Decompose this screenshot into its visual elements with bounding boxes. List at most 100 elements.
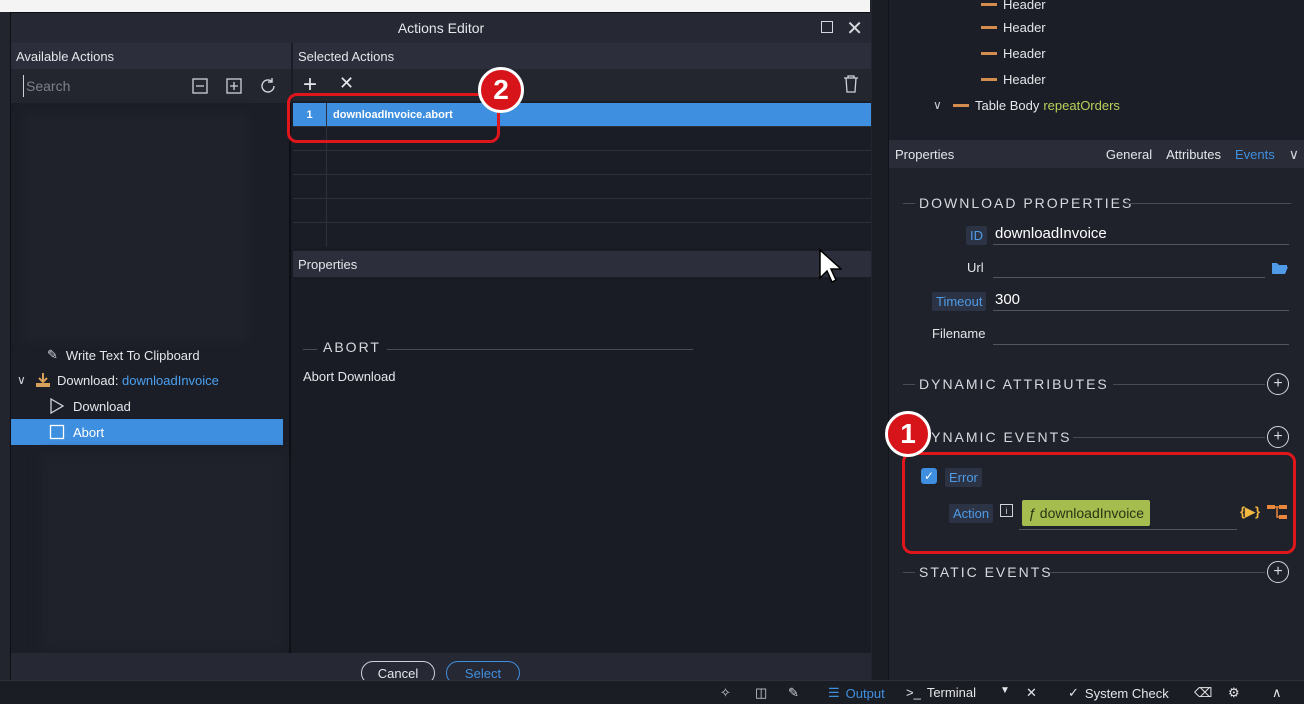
divider	[303, 349, 317, 350]
id-value[interactable]: downloadInvoice	[995, 225, 1107, 242]
divider	[903, 572, 915, 573]
blurred-action-list	[23, 113, 249, 343]
list-item-abort[interactable]: Abort	[11, 419, 283, 445]
available-actions-header: Available Actions	[11, 43, 291, 69]
section-static-events: STATIC EVENTS	[919, 564, 1053, 580]
step-badge-1: 1	[885, 411, 931, 457]
chevron-down-icon[interactable]: ∨	[933, 98, 953, 112]
check-icon: ✓	[1068, 685, 1079, 700]
tree-item-header[interactable]: Header	[981, 66, 1046, 92]
highlight-dynamic-events	[902, 452, 1296, 554]
section-dynamic-events: DYNAMIC EVENTS	[919, 429, 1072, 445]
collapse-all-icon[interactable]	[191, 77, 209, 95]
table-row-empty	[293, 175, 871, 199]
element-icon	[981, 2, 997, 6]
table-row-empty	[293, 223, 871, 247]
filename-label: Filename	[932, 326, 986, 341]
refresh-icon[interactable]	[259, 77, 277, 95]
add-static-event-button[interactable]: +	[1267, 561, 1289, 583]
search-input[interactable]	[23, 75, 173, 97]
element-icon	[953, 103, 969, 107]
action-properties-header: Properties	[293, 251, 871, 277]
stop-icon	[49, 424, 65, 440]
chevron-down-icon[interactable]: ∨	[1289, 146, 1299, 163]
book-icon[interactable]: ◫	[755, 685, 767, 701]
chevron-down-icon[interactable]: ∨	[17, 373, 35, 387]
selected-actions-header: Selected Actions	[293, 43, 871, 69]
trash-icon[interactable]	[843, 75, 859, 93]
id-input-underline	[993, 244, 1289, 245]
search-toolbar	[11, 69, 291, 103]
divider	[387, 349, 693, 350]
table-row-empty	[293, 199, 871, 223]
tree-group-download[interactable]: ∨ Download: downloadInvoice	[11, 367, 283, 393]
divider	[1125, 203, 1291, 204]
mouse-cursor-icon	[819, 248, 842, 284]
element-icon	[981, 77, 997, 81]
tree-item-table-body[interactable]: ∨ Table Body repeatOrders	[933, 92, 1120, 118]
terminal-dropdown-icon[interactable]: ▼	[1000, 685, 1010, 696]
abort-description: Abort Download	[303, 369, 396, 384]
folder-open-icon[interactable]	[1271, 261, 1289, 275]
list-item-clipboard[interactable]: ✎ Write Text To Clipboard	[11, 342, 283, 368]
system-check-button[interactable]: ✓ System Check	[1068, 685, 1169, 701]
section-download-properties: DOWNLOAD PROPERTIES	[919, 195, 1134, 211]
add-dynamic-attribute-button[interactable]: +	[1267, 373, 1289, 395]
tab-attributes[interactable]: Attributes	[1166, 147, 1221, 162]
eraser-icon[interactable]: ⌫	[1194, 685, 1212, 701]
step-badge-2: 2	[478, 67, 524, 113]
expand-all-icon[interactable]	[225, 77, 243, 95]
divider	[903, 203, 915, 204]
section-dynamic-attributes: DYNAMIC ATTRIBUTES	[919, 376, 1109, 392]
brush-icon[interactable]: ✎	[788, 685, 799, 701]
terminal-icon: >_	[906, 685, 921, 700]
pencil-icon: ✎	[47, 347, 58, 362]
structure-tree: Header Header Header Header ∨ Table Body…	[889, 0, 1304, 140]
url-input-underline	[993, 277, 1265, 278]
filename-input-underline	[993, 344, 1289, 345]
bug-icon[interactable]: ⚙	[1228, 685, 1240, 701]
tab-general[interactable]: General	[1106, 147, 1152, 162]
maximize-icon[interactable]	[821, 21, 833, 33]
chevron-up-icon[interactable]: ∧	[1272, 685, 1282, 701]
close-panel-icon[interactable]: ✕	[1026, 685, 1037, 701]
abort-section-title: ABORT	[323, 339, 381, 355]
sparkle-icon[interactable]: ✧	[720, 685, 731, 701]
divider	[1049, 572, 1265, 573]
timeout-value[interactable]: 300	[995, 291, 1020, 308]
remove-icon[interactable]: ✕	[339, 73, 354, 94]
divider	[1113, 384, 1265, 385]
highlight-selected-action	[287, 93, 500, 143]
url-label: Url	[967, 260, 984, 275]
properties-title: Properties	[895, 146, 955, 162]
list-icon: ☰	[828, 685, 840, 700]
close-icon[interactable]: ✕	[846, 16, 863, 41]
element-icon	[981, 51, 997, 55]
available-actions-pane: Available Actions ✎ Write Text To Clipbo…	[11, 43, 291, 653]
tree-item-header[interactable]: Header	[981, 40, 1046, 66]
properties-panel: Header Header Header Header ∨ Table Body…	[888, 0, 1304, 680]
add-dynamic-event-button[interactable]: +	[1267, 426, 1289, 448]
blurred-action-list	[41, 453, 285, 649]
status-bar: ✧ ◫ ✎ ☰ Output >_ Terminal ▼ ✕ ✓ System …	[0, 680, 1304, 704]
action-properties-body: ABORT Abort Download	[293, 277, 871, 653]
background-top-strip	[0, 0, 870, 12]
dialog-title: Actions Editor	[397, 20, 485, 36]
timeout-label: Timeout	[932, 292, 987, 311]
output-tab[interactable]: ☰ Output	[828, 685, 885, 701]
dialog-titlebar[interactable]: Actions Editor ✕	[11, 13, 871, 43]
element-icon	[981, 25, 997, 29]
divider	[1073, 437, 1265, 438]
terminal-tab[interactable]: >_ Terminal	[906, 685, 976, 700]
table-row-empty	[293, 151, 871, 175]
download-icon	[36, 373, 50, 387]
divider	[903, 384, 915, 385]
timeout-input-underline	[993, 310, 1289, 311]
background-scrollbar[interactable]	[872, 0, 888, 680]
id-label: ID	[966, 226, 987, 245]
list-item-download[interactable]: Download	[11, 393, 283, 419]
properties-header: Properties General Attributes Events ∨	[889, 140, 1304, 168]
tree-item-header[interactable]: Header	[981, 14, 1046, 40]
tab-events[interactable]: Events	[1235, 147, 1275, 162]
play-icon	[50, 398, 65, 414]
